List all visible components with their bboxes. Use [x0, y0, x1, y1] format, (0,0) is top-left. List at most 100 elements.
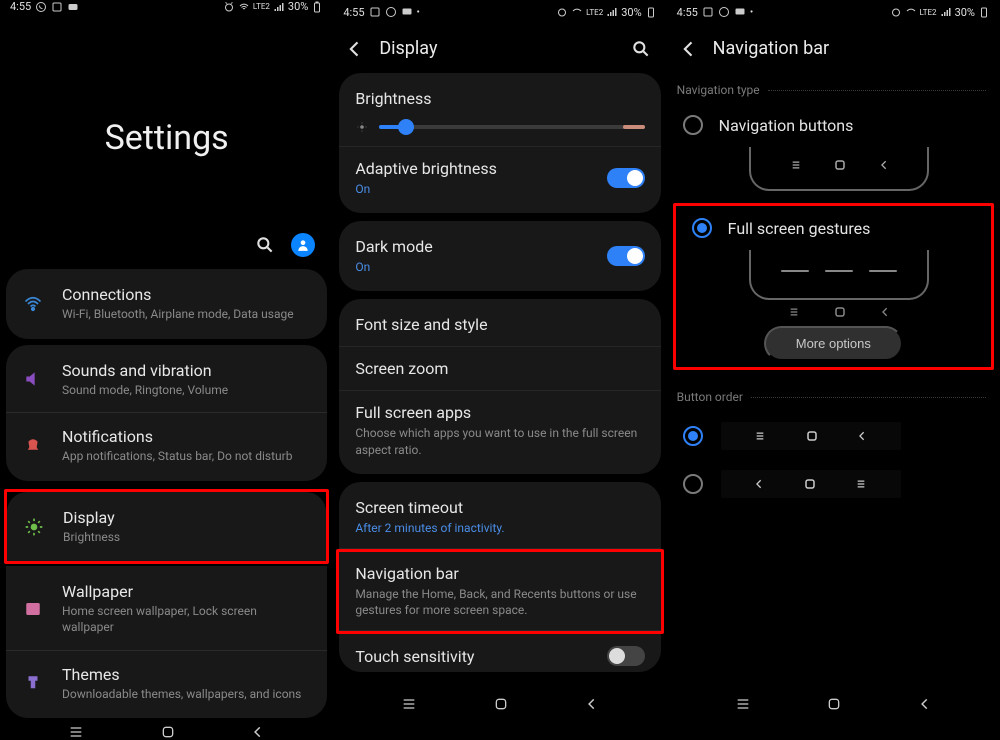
settings-item-connections[interactable]: Connections Wi-Fi, Bluetooth, Airplane m… [6, 271, 327, 337]
phone-screen-display: 4:55 • LTE2 30% Display Brightness [333, 0, 666, 722]
back-button[interactable] [918, 697, 932, 711]
dark-mode-toggle[interactable] [607, 246, 645, 266]
wifi-icon [22, 293, 44, 315]
network-label: LTE2 [253, 2, 270, 11]
signal-icon [940, 6, 952, 18]
recents-button[interactable] [68, 724, 84, 740]
button-order-option-1[interactable] [667, 412, 1000, 460]
display-item-highlight: Display Brightness [4, 489, 329, 565]
status-bar: 4:55 • LTE2 30% [667, 0, 1000, 24]
account-avatar[interactable] [291, 233, 315, 257]
nav-buttons-option[interactable]: Navigation buttons [667, 105, 1000, 141]
settings-item-sounds[interactable]: Sounds and vibration Sound mode, Rington… [6, 347, 327, 414]
sun-low-icon [355, 120, 369, 134]
back-button[interactable] [251, 725, 265, 739]
home-glyph-icon [834, 306, 846, 318]
recents-button[interactable] [401, 696, 417, 712]
recents-button[interactable] [735, 696, 751, 712]
image-icon [702, 6, 714, 18]
settings-card-3b: Wallpaper Home screen wallpaper, Lock sc… [6, 566, 327, 718]
battery-icon [978, 6, 990, 18]
settings-item-themes[interactable]: Themes Downloadable themes, wallpapers, … [6, 651, 327, 717]
image-icon [22, 598, 44, 620]
navigation-type-header: Navigation type [667, 73, 1000, 105]
battery-icon [311, 1, 323, 13]
signal-icon [606, 6, 618, 18]
radio-checked-icon [692, 218, 712, 238]
screen-zoom-row[interactable]: Screen zoom [339, 347, 660, 391]
navigation-bar-row[interactable]: Navigation bar Manage the Home, Back, an… [339, 552, 660, 631]
button-order-option-2[interactable] [667, 460, 1000, 508]
search-icon[interactable] [631, 39, 651, 59]
message-icon [734, 6, 746, 18]
brightness-row: Brightness [339, 77, 660, 147]
settings-card-2: Sounds and vibration Sound mode, Rington… [6, 345, 327, 481]
system-nav-bar [667, 686, 1000, 722]
adaptive-brightness-row[interactable]: Adaptive brightness On [339, 147, 660, 209]
whatsapp-icon [35, 1, 47, 13]
gestures-preview [728, 250, 951, 318]
bell-icon [22, 435, 44, 457]
settings-item-notifications[interactable]: Notifications App notifications, Status … [6, 413, 327, 479]
image-icon [369, 6, 381, 18]
order-preview-1 [721, 422, 901, 450]
battery-icon [645, 6, 657, 18]
nav-buttons-preview [719, 147, 960, 191]
order-preview-2 [721, 470, 901, 498]
phone-screen-navbar: 4:55 • LTE2 30% Navigation bar Navigatio… [667, 0, 1000, 722]
phone-screen-settings: 4:55 LTE2 30% Settings Connections [0, 0, 333, 722]
display-header: Display [333, 24, 666, 73]
system-nav-bar [333, 686, 666, 722]
settings-item-display[interactable]: Display Brightness [7, 494, 326, 560]
brush-icon [22, 672, 44, 694]
adaptive-brightness-toggle[interactable] [607, 168, 645, 188]
more-options-button[interactable]: More options [764, 326, 903, 361]
message-icon [401, 6, 413, 18]
navbar-header: Navigation bar [667, 24, 1000, 73]
home-button[interactable] [160, 724, 176, 740]
signal-icon [273, 1, 285, 13]
radio-unchecked-icon [683, 474, 703, 494]
gestures-option-highlight: Full screen gestures More options [673, 203, 994, 370]
wifi-status-icon [905, 6, 917, 18]
settings-title: Settings [0, 118, 333, 158]
status-bar: 4:55 LTE2 30% [0, 0, 333, 13]
alarm-icon [556, 6, 568, 18]
youtube-icon [67, 1, 79, 13]
recents-glyph-icon [790, 160, 802, 170]
back-icon[interactable] [679, 39, 699, 59]
back-glyph-icon [879, 159, 889, 171]
full-screen-gestures-option[interactable]: Full screen gestures [676, 206, 991, 244]
screen-timeout-row[interactable]: Screen timeout After 2 minutes of inacti… [339, 486, 660, 549]
whatsapp-icon [718, 6, 730, 18]
navbar-row-highlight: Navigation bar Manage the Home, Back, an… [336, 549, 663, 634]
recents-glyph-icon [788, 307, 800, 317]
back-button[interactable] [585, 697, 599, 711]
wifi-status-icon [238, 1, 250, 13]
font-size-row[interactable]: Font size and style [339, 303, 660, 347]
status-bar: 4:55 • LTE2 30% [333, 0, 666, 24]
system-nav-bar [0, 724, 333, 740]
battery-pct: 30% [288, 0, 308, 13]
alarm-icon [890, 6, 902, 18]
touch-sensitivity-row[interactable]: Touch sensitivity [339, 634, 660, 672]
search-icon[interactable] [255, 235, 275, 255]
radio-unchecked-icon [683, 115, 703, 135]
settings-card-1: Connections Wi-Fi, Bluetooth, Airplane m… [6, 269, 327, 339]
status-time: 4:55 [10, 0, 31, 13]
alarm-icon [223, 1, 235, 13]
settings-item-wallpaper[interactable]: Wallpaper Home screen wallpaper, Lock sc… [6, 568, 327, 650]
dark-mode-row[interactable]: Dark mode On [339, 225, 660, 287]
back-icon[interactable] [345, 39, 365, 59]
home-button[interactable] [826, 696, 842, 712]
image-icon [51, 1, 63, 13]
home-button[interactable] [493, 696, 509, 712]
wifi-status-icon [571, 6, 583, 18]
volume-icon [22, 368, 44, 390]
sun-icon [23, 516, 45, 538]
full-screen-apps-row[interactable]: Full screen apps Choose which apps you w… [339, 391, 660, 469]
touch-sensitivity-toggle[interactable] [607, 646, 645, 666]
back-glyph-icon [880, 306, 890, 318]
whatsapp-icon [385, 6, 397, 18]
brightness-slider[interactable] [379, 125, 644, 129]
